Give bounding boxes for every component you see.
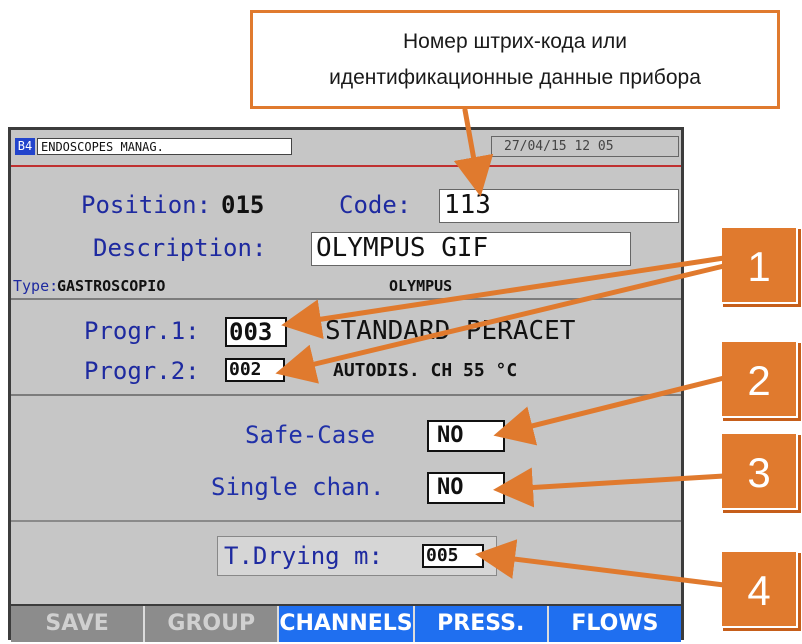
arrow-to-safecase: [493, 375, 727, 446]
arrow-to-singlechan: [493, 467, 727, 508]
arrow-to-code: [453, 107, 494, 197]
arrow-to-progr2: [275, 263, 727, 384]
arrow-to-progr1: [281, 255, 727, 340]
callout-arrows: [275, 107, 727, 588]
arrow-to-drying: [475, 539, 727, 588]
